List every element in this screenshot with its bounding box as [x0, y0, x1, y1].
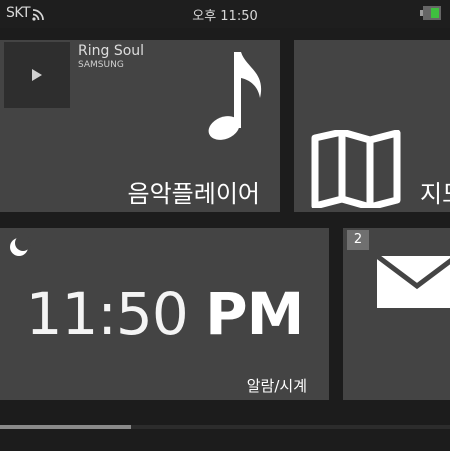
map-label: 지도 [420, 180, 450, 208]
alarm-time: 11:50 PM [0, 280, 329, 348]
play-icon [32, 69, 42, 81]
status-bar: SKT 오후 11:50 [0, 0, 450, 28]
alarm-time-period: PM [205, 280, 304, 348]
battery-icon [420, 6, 441, 20]
music-player-label: 음악플레이어 [127, 180, 260, 208]
page-scroll-thumb [0, 425, 131, 429]
alarm-time-digits: 11:50 [25, 280, 189, 348]
unread-count-badge: 2 [347, 230, 369, 250]
message-tile[interactable]: 2 [343, 228, 450, 400]
album-art-play-button[interactable] [4, 42, 70, 108]
map-icon [311, 130, 401, 208]
map-tile[interactable]: 지도 [294, 40, 450, 212]
music-player-tile[interactable]: Ring Soul SAMSUNG 음악플레이어 [0, 40, 280, 212]
page-scroll-indicator [0, 425, 450, 429]
alarm-clock-tile[interactable]: 11:50 PM 알람/시계 [0, 228, 329, 400]
alarm-clock-label: 알람/시계 [246, 377, 307, 395]
song-title: Ring Soul [78, 43, 145, 59]
song-artist: SAMSUNG [78, 60, 124, 70]
status-clock: 오후 11:50 [192, 9, 258, 24]
music-note-icon [208, 52, 262, 140]
moon-icon [10, 235, 31, 256]
envelope-icon [377, 256, 450, 308]
